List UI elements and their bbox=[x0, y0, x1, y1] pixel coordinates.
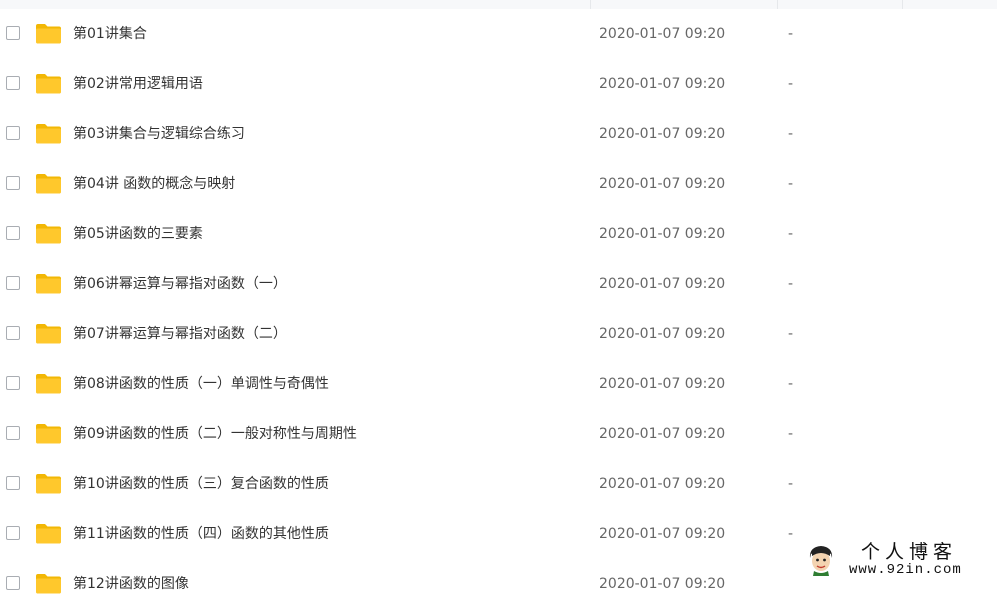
cartoon-avatar-icon bbox=[809, 546, 833, 576]
row-checkbox[interactable] bbox=[6, 26, 20, 40]
file-name-link[interactable]: 第06讲幂运算与幂指对函数（一） bbox=[73, 274, 287, 294]
row-checkbox[interactable] bbox=[6, 176, 20, 190]
file-size: - bbox=[788, 376, 794, 392]
folder-icon bbox=[36, 24, 61, 44]
file-size: - bbox=[788, 426, 794, 442]
file-name-link[interactable]: 第04讲 函数的概念与映射 bbox=[73, 174, 235, 194]
file-row[interactable]: 第01讲集合 2020-01-07 09:20 - bbox=[0, 9, 997, 59]
file-row[interactable]: 第04讲 函数的概念与映射 2020-01-07 09:20 - bbox=[0, 159, 997, 209]
row-checkbox[interactable] bbox=[6, 526, 20, 540]
modified-date: 2020-01-07 09:20 bbox=[599, 326, 726, 342]
file-name-link[interactable]: 第10讲函数的性质（三）复合函数的性质 bbox=[73, 474, 329, 494]
file-name-link[interactable]: 第12讲函数的图像 bbox=[73, 574, 189, 594]
file-row[interactable]: 第05讲函数的三要素 2020-01-07 09:20 - bbox=[0, 209, 997, 259]
modified-date: 2020-01-07 09:20 bbox=[599, 476, 726, 492]
file-row[interactable]: 第10讲函数的性质（三）复合函数的性质 2020-01-07 09:20 - bbox=[0, 459, 997, 509]
file-row[interactable]: 第09讲函数的性质（二）一般对称性与周期性 2020-01-07 09:20 - bbox=[0, 409, 997, 459]
file-size: - bbox=[788, 476, 794, 492]
file-row[interactable]: 第07讲幂运算与幂指对函数（二） 2020-01-07 09:20 - bbox=[0, 309, 997, 359]
file-size: - bbox=[788, 226, 794, 242]
modified-date: 2020-01-07 09:20 bbox=[599, 226, 726, 242]
file-size: - bbox=[788, 326, 794, 342]
row-checkbox[interactable] bbox=[6, 326, 20, 340]
row-checkbox[interactable] bbox=[6, 476, 20, 490]
modified-date: 2020-01-07 09:20 bbox=[599, 526, 726, 542]
file-size: - bbox=[788, 126, 794, 142]
file-row[interactable]: 第06讲幂运算与幂指对函数（一） 2020-01-07 09:20 - bbox=[0, 259, 997, 309]
folder-icon bbox=[36, 324, 61, 344]
row-checkbox[interactable] bbox=[6, 576, 20, 590]
file-name-link[interactable]: 第11讲函数的性质（四）函数的其他性质 bbox=[73, 524, 329, 544]
modified-date: 2020-01-07 09:20 bbox=[599, 276, 726, 292]
file-name-link[interactable]: 第07讲幂运算与幂指对函数（二） bbox=[73, 324, 287, 344]
folder-icon bbox=[36, 74, 61, 94]
row-checkbox[interactable] bbox=[6, 126, 20, 140]
row-checkbox[interactable] bbox=[6, 76, 20, 90]
folder-icon bbox=[36, 174, 61, 194]
folder-icon bbox=[36, 474, 61, 494]
file-size: - bbox=[788, 176, 794, 192]
file-name-link[interactable]: 第01讲集合 bbox=[73, 24, 147, 44]
modified-date: 2020-01-07 09:20 bbox=[599, 426, 726, 442]
modified-date: 2020-01-07 09:20 bbox=[599, 26, 726, 42]
file-size: - bbox=[788, 526, 794, 542]
column-divider[interactable] bbox=[777, 0, 778, 9]
file-name-link[interactable]: 第02讲常用逻辑用语 bbox=[73, 74, 203, 94]
file-row[interactable]: 第03讲集合与逻辑综合练习 2020-01-07 09:20 - bbox=[0, 109, 997, 159]
row-checkbox[interactable] bbox=[6, 226, 20, 240]
file-name-link[interactable]: 第08讲函数的性质（一）单调性与奇偶性 bbox=[73, 374, 329, 394]
folder-icon bbox=[36, 374, 61, 394]
modified-date: 2020-01-07 09:20 bbox=[599, 126, 726, 142]
watermark-url: www.92in.com bbox=[849, 562, 962, 578]
row-checkbox[interactable] bbox=[6, 376, 20, 390]
file-row[interactable]: 第08讲函数的性质（一）单调性与奇偶性 2020-01-07 09:20 - bbox=[0, 359, 997, 409]
file-name-link[interactable]: 第03讲集合与逻辑综合练习 bbox=[73, 124, 245, 144]
watermark-title: 个人博客 bbox=[861, 541, 958, 563]
modified-date: 2020-01-07 09:20 bbox=[599, 576, 726, 592]
modified-date: 2020-01-07 09:20 bbox=[599, 376, 726, 392]
column-divider[interactable] bbox=[590, 0, 591, 9]
column-divider[interactable] bbox=[902, 0, 903, 9]
folder-icon bbox=[36, 574, 61, 594]
row-checkbox[interactable] bbox=[6, 426, 20, 440]
folder-icon bbox=[36, 224, 61, 244]
file-name-link[interactable]: 第05讲函数的三要素 bbox=[73, 224, 203, 244]
file-size: - bbox=[788, 276, 794, 292]
folder-icon bbox=[36, 524, 61, 544]
file-size: - bbox=[788, 76, 794, 92]
folder-icon bbox=[36, 274, 61, 294]
folder-icon bbox=[36, 124, 61, 144]
file-name-link[interactable]: 第09讲函数的性质（二）一般对称性与周期性 bbox=[73, 424, 357, 444]
modified-date: 2020-01-07 09:20 bbox=[599, 176, 726, 192]
folder-icon bbox=[36, 424, 61, 444]
file-size: - bbox=[788, 26, 794, 42]
column-header-strip bbox=[0, 0, 997, 9]
row-checkbox[interactable] bbox=[6, 276, 20, 290]
modified-date: 2020-01-07 09:20 bbox=[599, 76, 726, 92]
file-row[interactable]: 第02讲常用逻辑用语 2020-01-07 09:20 - bbox=[0, 59, 997, 109]
blog-watermark: 个人博客 www.92in.com bbox=[803, 540, 993, 580]
file-list: 第01讲集合 2020-01-07 09:20 - 第02讲常用逻辑用语 202… bbox=[0, 9, 997, 594]
